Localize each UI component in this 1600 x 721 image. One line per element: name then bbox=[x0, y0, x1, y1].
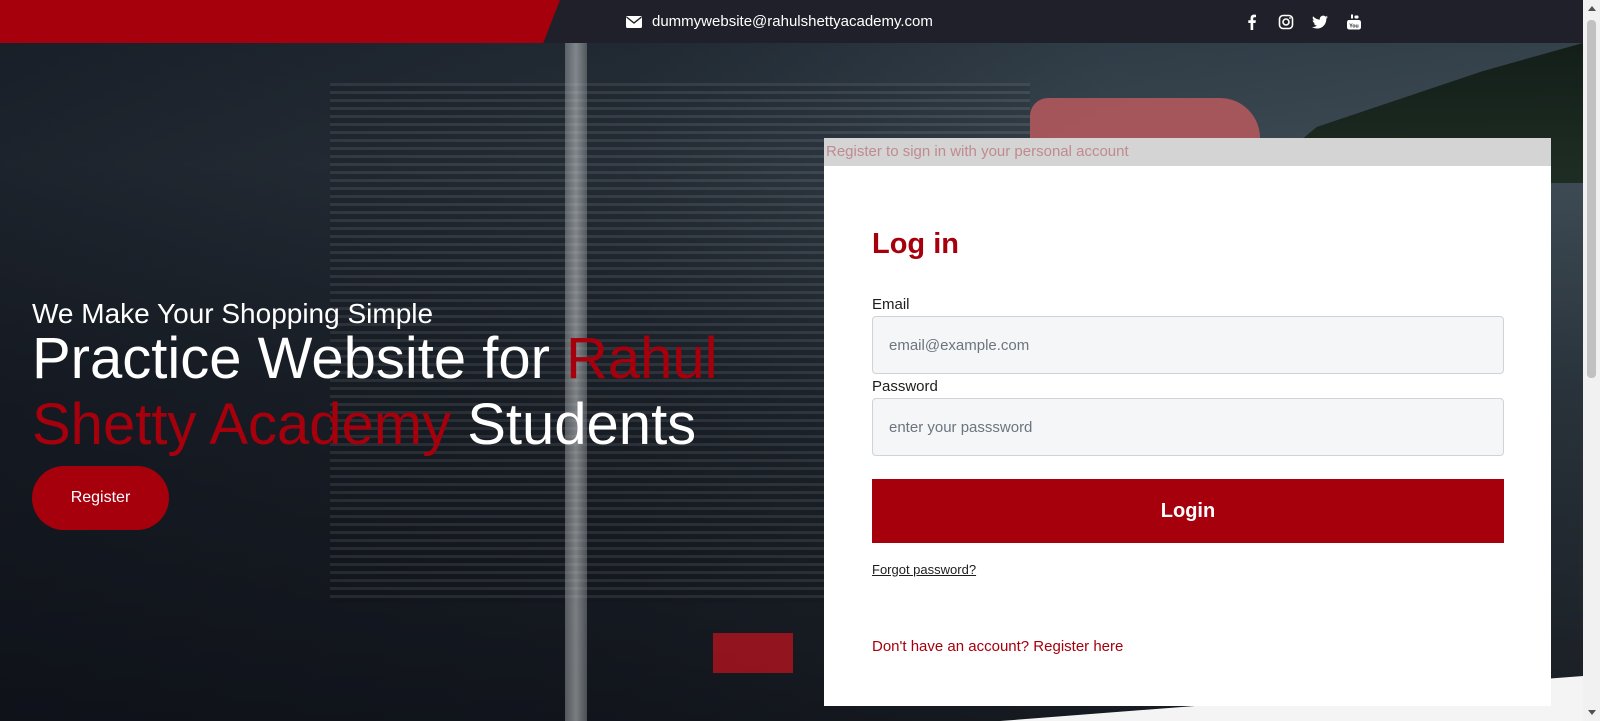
twitter-icon[interactable] bbox=[1312, 14, 1328, 30]
login-panel: Register to sign in with your personal a… bbox=[824, 138, 1551, 706]
svg-text:You: You bbox=[1349, 23, 1358, 29]
envelope-icon bbox=[626, 15, 642, 28]
password-label: Password bbox=[872, 378, 938, 395]
social-links: You bbox=[1244, 0, 1362, 43]
scroll-up-arrow[interactable] bbox=[1583, 0, 1600, 17]
top-bar: dummywebsite@rahulshettyacademy.com You bbox=[0, 0, 1583, 43]
contact-email-text: dummywebsite@rahulshettyacademy.com bbox=[652, 13, 933, 30]
password-field[interactable] bbox=[872, 398, 1504, 456]
scroll-thumb[interactable] bbox=[1587, 20, 1596, 378]
hero-headline: Practice Website for Rahul Shetty Academ… bbox=[32, 326, 792, 458]
instagram-icon[interactable] bbox=[1278, 14, 1294, 30]
email-field[interactable] bbox=[872, 316, 1504, 374]
headline-text-end: Students bbox=[451, 392, 697, 457]
scroll-down-arrow[interactable] bbox=[1583, 704, 1600, 721]
scrollbar[interactable] bbox=[1583, 0, 1600, 721]
register-here-link[interactable]: Don't have an account? Register here bbox=[872, 638, 1123, 655]
headline-text-start: Practice Website for bbox=[32, 326, 567, 391]
truck-grill bbox=[713, 633, 793, 673]
register-button[interactable]: Register bbox=[32, 466, 169, 530]
forgot-password-link[interactable]: Forgot password? bbox=[872, 562, 976, 577]
contact-email: dummywebsite@rahulshettyacademy.com bbox=[626, 0, 933, 43]
login-button[interactable]: Login bbox=[872, 479, 1504, 543]
youtube-icon[interactable]: You bbox=[1346, 14, 1362, 30]
panel-header: Register to sign in with your personal a… bbox=[824, 138, 1551, 166]
chevron-up-icon bbox=[1587, 6, 1596, 11]
page: dummywebsite@rahulshettyacademy.com You bbox=[0, 0, 1600, 721]
chevron-down-icon bbox=[1587, 710, 1596, 715]
facebook-icon[interactable] bbox=[1244, 14, 1260, 30]
email-label: Email bbox=[872, 296, 910, 313]
login-title: Log in bbox=[872, 228, 959, 260]
top-bar-accent bbox=[0, 0, 560, 43]
